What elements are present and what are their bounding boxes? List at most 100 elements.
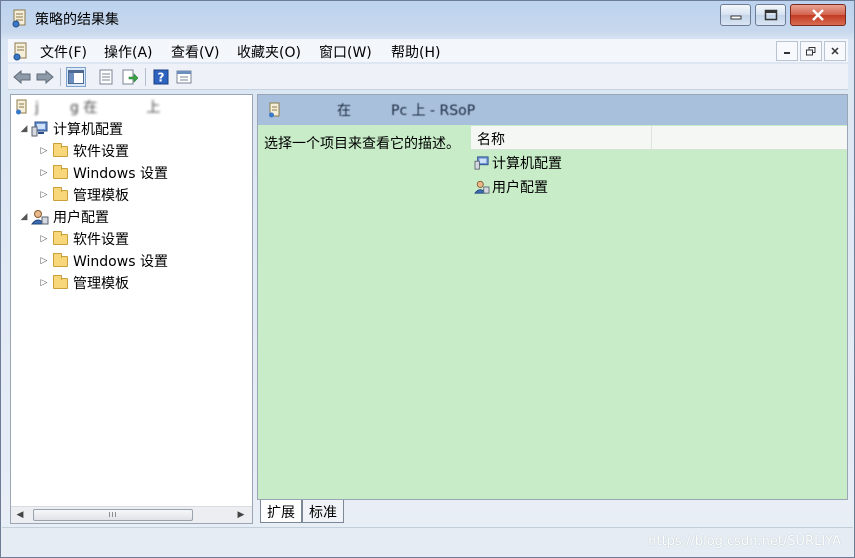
scroll-right-icon[interactable]: ▶ [234,509,248,521]
tree-item-user-software-settings[interactable]: ▷ 软件设置 [37,228,129,250]
tree-root-label: j g 在 上 [35,100,161,116]
maximize-button[interactable] [755,4,786,26]
tree-root[interactable]: j g 在 上 [13,96,160,118]
action-pane-icon [176,70,192,84]
list-item-label: 用户配置 [492,180,548,196]
tree-item-user-config[interactable]: ◢ 用户配置 [17,206,109,228]
properties-icon [99,69,113,85]
export-list-button[interactable] [120,67,140,87]
toolbar-separator [60,68,61,86]
tree-item-computer-config[interactable]: ◢ 计算机配置 [17,118,123,140]
list-column-header: 名称 [471,126,847,150]
results-pane: 在 Pc 上 - RSoP 选择一个项目来查看它的描述。 名称 计算机配置 用户… [257,94,848,500]
user-icon [31,209,49,225]
menu-view[interactable]: 查看(V) [171,42,220,62]
show-hide-action-pane-button[interactable] [174,67,194,87]
expand-triangle-icon[interactable]: ▷ [37,278,51,288]
folder-icon [51,186,69,203]
console-tree[interactable]: j g 在 上 ◢ 计算机配置 ▷ 软件设置 ▷ Windows 设置 ▷ 管理… [10,94,253,524]
minimize-icon [784,52,790,54]
expand-triangle-icon[interactable]: ▷ [37,168,51,178]
forward-arrow-icon [36,70,54,84]
folder-icon [51,230,69,247]
menu-window[interactable]: 窗口(W) [319,42,372,62]
svg-text:?: ? [158,71,165,85]
menu-help[interactable]: 帮助(H) [391,42,440,62]
results-header-title: 在 Pc 上 - RSoP [288,103,476,119]
list-item-label: 计算机配置 [492,156,562,172]
collapse-triangle-icon[interactable]: ◢ [17,212,31,222]
policy-scroll-icon [268,102,282,118]
policy-scroll-icon[interactable] [12,41,30,61]
folder-icon [51,142,69,159]
tree-label: Windows 设置 [73,254,168,270]
tree-label: 软件设置 [73,144,129,160]
policy-scroll-icon [13,99,31,115]
help-icon: ? [153,69,169,85]
console-tree-icon [68,70,84,84]
mdi-close-button[interactable] [824,41,846,61]
status-bar: https://blog.csdn.net/SURLIYA [2,527,853,557]
mdi-minimize-button[interactable] [776,41,798,61]
menu-favorites[interactable]: 收藏夹(O) [237,42,301,62]
show-hide-tree-button[interactable] [66,67,86,87]
back-button[interactable] [12,67,32,87]
expand-triangle-icon[interactable]: ▷ [37,146,51,156]
tree-label: 软件设置 [73,232,129,248]
computer-icon [474,156,490,170]
list-item-user-config[interactable]: 用户配置 [474,176,548,198]
maximize-icon [764,9,777,21]
tab-standard[interactable]: 标准 [302,500,344,523]
expand-triangle-icon[interactable]: ▷ [37,190,51,200]
user-icon [474,180,490,194]
view-tabs: 扩展 标准 [257,500,848,524]
mdi-restore-button[interactable] [800,41,822,61]
tree-label: 用户配置 [53,210,109,226]
computer-icon [31,121,49,137]
toolbar-separator [145,68,146,86]
menu-bar: 文件(F) 操作(A) 查看(V) 收藏夹(O) 窗口(W) 帮助(H) [8,39,848,63]
menu-action[interactable]: 操作(A) [104,42,153,62]
tree-label: 管理模板 [73,276,129,292]
tree-label: 计算机配置 [53,122,123,138]
window-title: 策略的结果集 [35,12,119,28]
close-button[interactable] [790,4,846,26]
properties-button[interactable] [96,67,116,87]
description-text: 选择一个项目来查看它的描述。 [264,136,460,152]
tree-item-user-windows-settings[interactable]: ▷ Windows 设置 [37,250,168,272]
collapse-triangle-icon[interactable]: ◢ [17,124,31,134]
export-list-icon [122,69,138,85]
title-bar[interactable]: 策略的结果集 [1,1,854,35]
tree-item-user-admin-templates[interactable]: ▷ 管理模板 [37,272,129,294]
column-name[interactable]: 名称 [477,129,505,149]
tab-extended[interactable]: 扩展 [260,500,302,523]
column-divider[interactable] [651,126,652,150]
help-button[interactable]: ? [151,67,171,87]
tree-label: Windows 设置 [73,166,168,182]
scrollbar-thumb[interactable]: III [33,509,193,521]
menu-file[interactable]: 文件(F) [40,42,87,62]
tree-label: 管理模板 [73,188,129,204]
forward-button[interactable] [35,67,55,87]
tree-item-computer-admin-templates[interactable]: ▷ 管理模板 [37,184,129,206]
minimize-icon [730,15,741,20]
expand-triangle-icon[interactable]: ▷ [37,234,51,244]
watermark: https://blog.csdn.net/SURLIYA [648,534,841,549]
list-item-computer-config[interactable]: 计算机配置 [474,152,562,174]
rsop-window: 策略的结果集 文件(F) 操作(A) 查看(V) 收藏夹(O) 窗口(W) 帮助… [0,0,855,558]
policy-scroll-icon [11,8,29,28]
restore-icon [806,46,816,55]
scroll-left-icon[interactable]: ◀ [13,509,27,521]
horizontal-scrollbar[interactable]: ◀ III ▶ [11,506,252,523]
tree-item-computer-windows-settings[interactable]: ▷ Windows 设置 [37,162,168,184]
results-header: 在 Pc 上 - RSoP [258,95,847,125]
minimize-button[interactable] [720,4,751,26]
folder-icon [51,274,69,291]
folder-icon [51,252,69,269]
folder-icon [51,164,69,181]
tree-item-computer-software-settings[interactable]: ▷ 软件设置 [37,140,129,162]
close-icon [812,9,824,21]
back-arrow-icon [13,70,31,84]
toolbar: ? [8,64,848,90]
expand-triangle-icon[interactable]: ▷ [37,256,51,266]
